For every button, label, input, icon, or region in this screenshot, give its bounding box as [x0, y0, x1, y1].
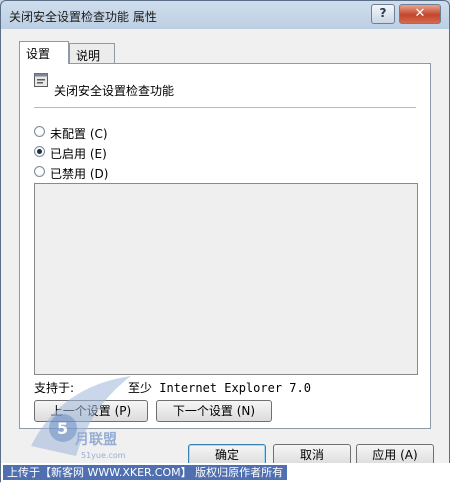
radio-not-configured-label: 未配置 (C) [50, 127, 108, 141]
next-setting-button[interactable]: 下一个设置 (N) [156, 400, 272, 422]
options-area [34, 183, 418, 375]
radio-disabled-label: 已禁用 (D) [50, 167, 109, 181]
tab-explain[interactable]: 说明 [69, 43, 115, 64]
divider [34, 107, 416, 108]
radio-not-configured-circle[interactable] [34, 126, 45, 137]
tab-settings[interactable]: 设置 [19, 41, 69, 64]
radio-disabled-circle[interactable] [34, 166, 45, 177]
tab-explain-label: 说明 [76, 49, 101, 63]
radio-enabled-label: 已启用 (E) [50, 147, 107, 161]
tab-settings-label: 设置 [26, 47, 51, 61]
svg-text:月联盟: 月联盟 [74, 432, 117, 448]
watermark-logo: 5 月联盟 51yue.com [31, 376, 131, 460]
svg-text:5: 5 [57, 419, 68, 438]
close-button[interactable]: ✕ [399, 4, 441, 24]
policy-setting-icon [34, 73, 48, 87]
close-icon: ✕ [414, 6, 426, 21]
watermark-text: 上传于【新客网 WWW.XKER.COM】 版权归原作者所有 [3, 465, 288, 480]
supported-on-value: 至少 Internet Explorer 7.0 [128, 381, 311, 395]
help-button[interactable]: ? [371, 4, 395, 24]
properties-dialog: 关闭安全设置检查功能 属性 ? ✕ 设置 说明 关闭安全设置检查功能 未配置 (… [0, 0, 450, 483]
help-icon: ? [379, 6, 387, 20]
window-title: 关闭安全设置检查功能 属性 [9, 10, 157, 24]
title-bar[interactable]: 关闭安全设置检查功能 属性 ? ✕ [1, 1, 449, 29]
radio-enabled-circle[interactable] [34, 146, 45, 157]
watermark-bar: 上传于【新客网 WWW.XKER.COM】 版权归原作者所有 [1, 463, 450, 483]
policy-name: 关闭安全设置检查功能 [54, 84, 175, 98]
svg-text:51yue.com: 51yue.com [81, 451, 126, 460]
